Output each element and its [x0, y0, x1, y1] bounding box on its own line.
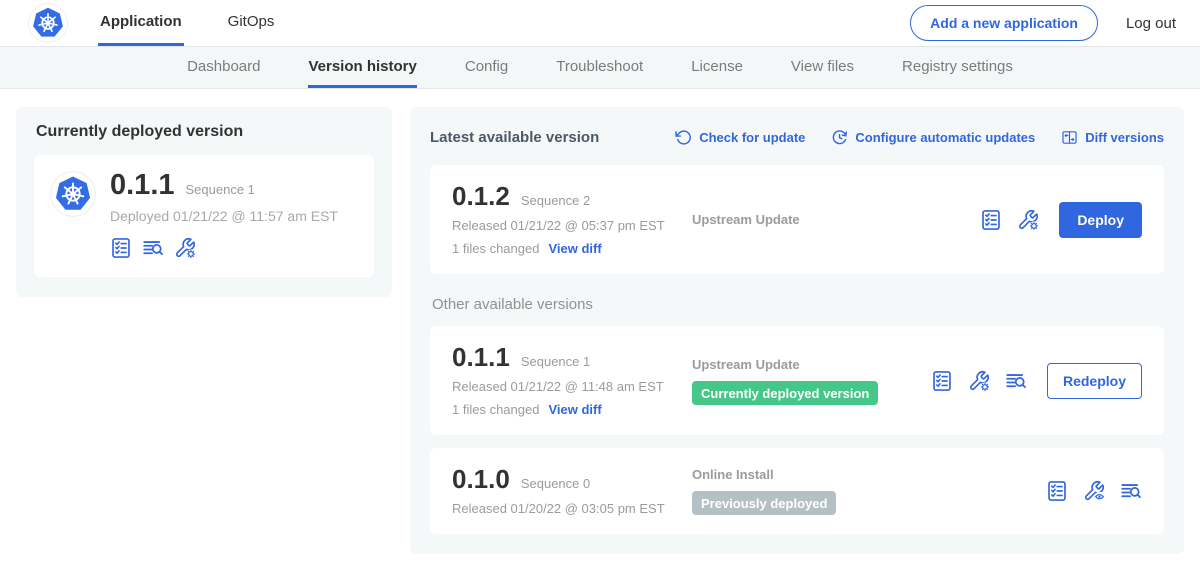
deployed-version-number: 0.1.1	[110, 171, 175, 200]
released-timestamp: Released 01/20/22 @ 03:05 pm EST	[452, 501, 692, 516]
subnav-item-license[interactable]: License	[691, 47, 743, 88]
subnav-item-config[interactable]: Config	[465, 47, 508, 88]
version-card-0-1-0: 0.1.0 Sequence 0 Released 01/20/22 @ 03:…	[430, 448, 1164, 534]
logs-icon[interactable]	[142, 237, 164, 259]
version-source: Upstream Update Currently deployed versi…	[692, 357, 931, 405]
source-label: Online Install	[692, 467, 1036, 482]
subnav-label: Dashboard	[187, 58, 260, 75]
version-card-0-1-1: 0.1.1 Sequence 1 Released 01/21/22 @ 11:…	[430, 326, 1164, 435]
subnav-label: Config	[465, 58, 508, 75]
redeploy-button[interactable]: Redeploy	[1047, 363, 1142, 399]
version-info: 0.1.1 Sequence 1 Released 01/21/22 @ 11:…	[452, 344, 692, 417]
version-number: 0.1.2	[452, 183, 510, 209]
configure-automatic-updates-label: Configure automatic updates	[855, 130, 1035, 145]
tab-gitops-label: GitOps	[228, 13, 275, 30]
check-for-update-label: Check for update	[699, 130, 805, 145]
subnav-label: Version history	[308, 58, 416, 75]
subnav-label: License	[691, 58, 743, 75]
wrench-gear-icon[interactable]	[968, 370, 990, 392]
check-for-update-link[interactable]: Check for update	[675, 129, 805, 146]
logs-icon[interactable]	[1120, 480, 1142, 502]
source-label: Upstream Update	[692, 212, 970, 227]
tab-application[interactable]: Application	[98, 0, 184, 46]
deployed-version-card: 0.1.1 Sequence 1 Deployed 01/21/22 @ 11:…	[34, 155, 374, 277]
version-info: 0.1.0 Sequence 0 Released 01/20/22 @ 03:…	[452, 466, 692, 516]
subnav-label: View files	[791, 58, 854, 75]
logs-icon[interactable]	[1005, 370, 1027, 392]
version-number: 0.1.0	[452, 466, 510, 492]
version-actions: Deploy	[980, 202, 1142, 238]
version-source: Upstream Update	[692, 212, 980, 227]
version-source: Online Install Previously deployed	[692, 467, 1046, 515]
latest-available-title: Latest available version	[430, 129, 599, 146]
version-number: 0.1.1	[452, 344, 510, 370]
currently-deployed-badge: Currently deployed version	[692, 381, 878, 405]
wrench-gear-icon[interactable]	[1017, 209, 1039, 231]
view-diff-link[interactable]: View diff	[548, 402, 601, 417]
sequence-label: Sequence 1	[521, 354, 590, 369]
tab-gitops[interactable]: GitOps	[226, 0, 277, 46]
add-application-button[interactable]: Add a new application	[910, 5, 1098, 41]
checklist-icon[interactable]	[1046, 480, 1068, 502]
subnav-item-troubleshoot[interactable]: Troubleshoot	[556, 47, 643, 88]
files-changed-label: 1 files changed	[452, 402, 539, 417]
header-spacer	[318, 0, 910, 46]
previously-deployed-badge: Previously deployed	[692, 491, 836, 515]
diff-versions-link[interactable]: Diff versions	[1061, 129, 1164, 146]
subnav-label: Registry settings	[902, 58, 1013, 75]
version-info: 0.1.2 Sequence 2 Released 01/21/22 @ 05:…	[452, 183, 692, 256]
deployed-sequence-label: Sequence 1	[186, 182, 255, 197]
version-actions	[1046, 480, 1142, 502]
source-label: Upstream Update	[692, 357, 921, 372]
other-available-title: Other available versions	[432, 296, 1164, 313]
subnav-label: Troubleshoot	[556, 58, 643, 75]
files-changed-label: 1 files changed	[452, 241, 539, 256]
top-header: Application GitOps Add a new application…	[0, 0, 1200, 47]
app-subnav: Dashboard Version history Config Trouble…	[0, 47, 1200, 89]
version-actions: Redeploy	[931, 363, 1142, 399]
deployed-timestamp: Deployed 01/21/22 @ 11:57 am EST	[110, 208, 338, 224]
tab-application-label: Application	[100, 13, 182, 30]
main-content: Currently deployed version 0.1.1 Sequenc…	[0, 89, 1200, 554]
version-history-panel: Latest available version Check for updat…	[410, 107, 1184, 554]
kubernetes-logo-icon	[28, 3, 68, 43]
currently-deployed-title: Currently deployed version	[36, 123, 374, 141]
logout-link[interactable]: Log out	[1126, 15, 1176, 32]
released-timestamp: Released 01/21/22 @ 11:48 am EST	[452, 379, 692, 394]
subnav-item-view-files[interactable]: View files	[791, 47, 854, 88]
subnav-item-dashboard[interactable]: Dashboard	[187, 47, 260, 88]
view-diff-link[interactable]: View diff	[548, 241, 601, 256]
configure-automatic-updates-link[interactable]: Configure automatic updates	[831, 129, 1035, 146]
deploy-button[interactable]: Deploy	[1059, 202, 1142, 238]
sequence-label: Sequence 2	[521, 193, 590, 208]
subnav-item-registry-settings[interactable]: Registry settings	[902, 47, 1013, 88]
version-card-0-1-2: 0.1.2 Sequence 2 Released 01/21/22 @ 05:…	[430, 165, 1164, 274]
deployed-version-info: 0.1.1 Sequence 1 Deployed 01/21/22 @ 11:…	[110, 171, 338, 259]
subnav-item-version-history[interactable]: Version history	[308, 47, 416, 88]
diff-versions-label: Diff versions	[1085, 130, 1164, 145]
panel-actions: Check for update Configure automatic upd…	[675, 129, 1164, 146]
diff-icon	[1061, 129, 1078, 146]
wrench-eye-icon[interactable]	[1083, 480, 1105, 502]
currently-deployed-card: Currently deployed version 0.1.1 Sequenc…	[16, 107, 392, 297]
sequence-label: Sequence 0	[521, 476, 590, 491]
clock-arrow-icon	[831, 129, 848, 146]
kubernetes-app-icon	[50, 171, 96, 217]
checklist-icon[interactable]	[980, 209, 1002, 231]
released-timestamp: Released 01/21/22 @ 05:37 pm EST	[452, 218, 692, 233]
refresh-icon	[675, 129, 692, 146]
checklist-icon[interactable]	[931, 370, 953, 392]
checklist-icon[interactable]	[110, 237, 132, 259]
wrench-gear-icon[interactable]	[174, 237, 196, 259]
